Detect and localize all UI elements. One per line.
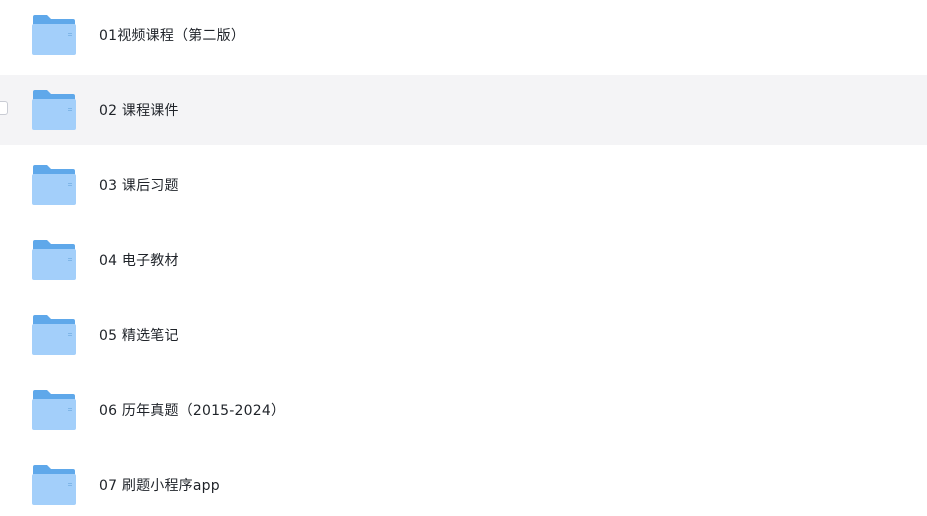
folder-name[interactable]: 07 刷题小程序app [99, 475, 220, 495]
folder-icon [31, 164, 77, 206]
folder-row-7[interactable]: 07 刷题小程序app [0, 450, 927, 516]
row-checkbox[interactable] [0, 101, 8, 115]
folder-icon [31, 239, 77, 281]
folder-icon [31, 464, 77, 506]
folder-row-5[interactable]: 05 精选笔记 [0, 300, 927, 370]
folder-icon [31, 314, 77, 356]
folder-name[interactable]: 06 历年真题（2015-2024） [99, 400, 285, 420]
folder-row-4[interactable]: 04 电子教材 [0, 225, 927, 295]
folder-icon [31, 89, 77, 131]
folder-name[interactable]: 02 课程课件 [99, 100, 179, 120]
folder-name[interactable]: 05 精选笔记 [99, 325, 179, 345]
file-list: 01视频课程（第二版） 02 课程课件 03 课后习题 04 电子教材 05 精… [0, 0, 927, 516]
folder-name[interactable]: 04 电子教材 [99, 250, 179, 270]
folder-icon [31, 389, 77, 431]
folder-icon [31, 14, 77, 56]
folder-row-6[interactable]: 06 历年真题（2015-2024） [0, 375, 927, 445]
folder-row-3[interactable]: 03 课后习题 [0, 150, 927, 220]
folder-name[interactable]: 03 课后习题 [99, 175, 179, 195]
folder-row-2[interactable]: 02 课程课件 [0, 75, 927, 145]
folder-row-1[interactable]: 01视频课程（第二版） [0, 0, 927, 70]
folder-name[interactable]: 01视频课程（第二版） [99, 25, 245, 45]
